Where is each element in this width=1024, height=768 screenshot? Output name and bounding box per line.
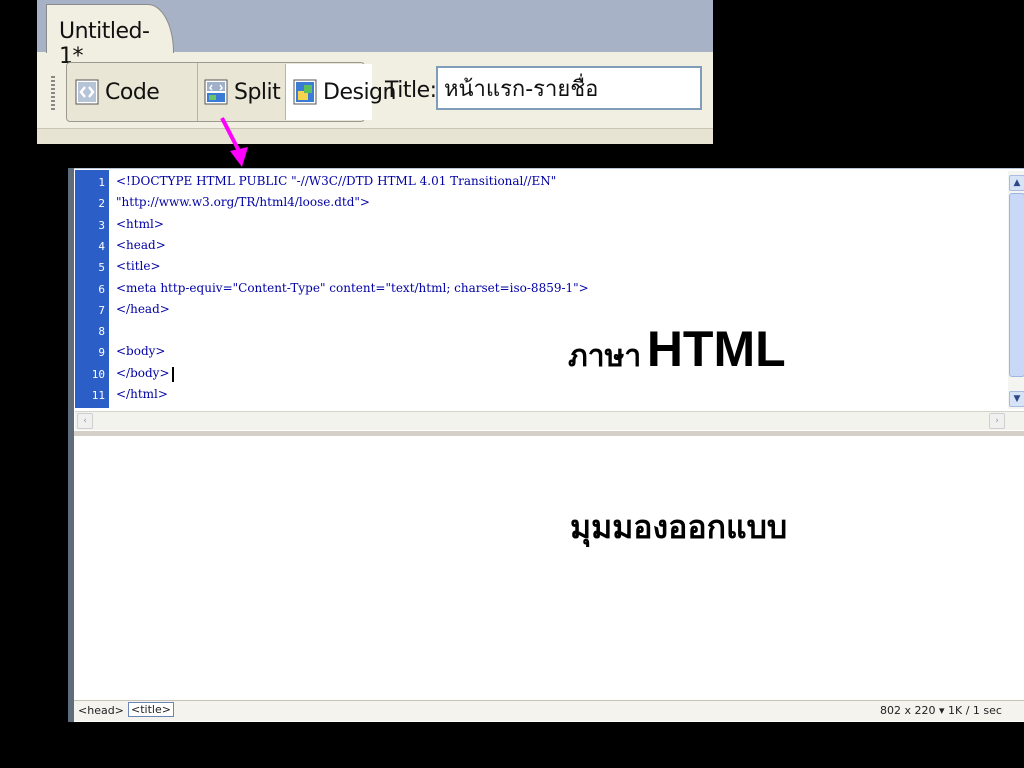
scrollbar-thumb[interactable] — [1009, 193, 1024, 377]
code-line[interactable]: "http://www.w3.org/TR/html4/loose.dtd"> — [116, 195, 370, 209]
document-tab[interactable]: Untitled-1* — [46, 4, 174, 69]
page-title-input[interactable]: หน้าแรก-รายชื่อ — [436, 66, 702, 110]
scroll-up-icon[interactable]: ▲ — [1009, 175, 1024, 191]
scroll-left-icon[interactable]: ‹ — [77, 413, 93, 429]
code-view-label: Code — [105, 79, 160, 105]
code-view-annotation-thai: ภาษา — [568, 339, 642, 374]
design-view-icon — [293, 79, 317, 105]
page-title-label: Title: — [385, 78, 437, 103]
annotation-arrow — [220, 117, 248, 167]
line-number: 10 — [91, 367, 105, 381]
code-line[interactable]: </body> — [116, 366, 170, 380]
status-bar: <head> <title> 802 x 220 ▾ 1K / 1 sec — [74, 700, 1024, 721]
code-line[interactable]: <title> — [116, 259, 161, 273]
line-number: 5 — [98, 261, 105, 275]
design-view-button[interactable]: Design — [285, 64, 396, 120]
code-view-icon — [75, 79, 99, 105]
document-toolbar: Untitled-1* Code Split Design Title: หน้… — [37, 0, 713, 144]
code-line[interactable]: <body> — [116, 344, 165, 358]
design-pane[interactable] — [74, 436, 1024, 700]
code-line[interactable]: </head> — [116, 302, 170, 316]
toolbar-grip[interactable] — [51, 76, 55, 110]
code-view-annotation: ภาษา HTML — [568, 320, 786, 380]
line-number: 4 — [98, 239, 105, 253]
scroll-down-icon[interactable]: ▼ — [1009, 391, 1024, 407]
tag-selector-head[interactable]: <head> — [78, 704, 124, 717]
document-tab-strip: Untitled-1* — [37, 0, 713, 69]
code-line[interactable]: <!DOCTYPE HTML PUBLIC "-//W3C//DTD HTML … — [116, 174, 556, 188]
split-view-label: Split — [234, 79, 281, 105]
code-view-annotation-html: HTML — [646, 321, 786, 377]
text-caret — [172, 367, 174, 382]
code-line[interactable]: <head> — [116, 238, 166, 252]
document-editor: 1 2 3 4 5 6 7 8 9 10 11 <!DOCTYPE HTML PUBLIC "-//… — [68, 168, 1024, 722]
tag-selector-title[interactable]: <title> — [128, 702, 174, 717]
line-number: 2 — [98, 197, 105, 211]
toolbar-bottom-edge — [37, 128, 713, 144]
code-horizontal-scrollbar[interactable]: ‹ › — [75, 411, 1024, 430]
code-line[interactable]: <meta http-equiv="Content-Type" content=… — [116, 281, 589, 295]
code-line[interactable]: </html> — [116, 387, 168, 401]
line-number: 11 — [91, 389, 105, 402]
code-line[interactable]: <html> — [116, 217, 164, 231]
line-number: 8 — [98, 325, 105, 339]
line-number: 7 — [98, 303, 105, 317]
line-number-gutter: 1 2 3 4 5 6 7 8 9 10 11 — [75, 170, 109, 408]
code-pane[interactable]: 1 2 3 4 5 6 7 8 9 10 11 <!DOCTYPE HTML PUBLIC "-//… — [74, 168, 1024, 438]
code-view-button[interactable]: Code — [75, 63, 195, 121]
design-view-annotation: มุมมองออกแบบ — [570, 508, 788, 546]
line-number: 3 — [98, 218, 105, 232]
scroll-right-icon[interactable]: › — [989, 413, 1005, 429]
code-vertical-scrollbar[interactable]: ▲ ▼ — [1008, 171, 1024, 409]
window-size-indicator[interactable]: 802 x 220 ▾ 1K / 1 sec — [880, 704, 1002, 717]
line-number: 1 — [98, 176, 105, 189]
line-number: 9 — [98, 346, 105, 360]
split-view-icon — [204, 79, 228, 105]
line-number: 6 — [98, 282, 105, 296]
